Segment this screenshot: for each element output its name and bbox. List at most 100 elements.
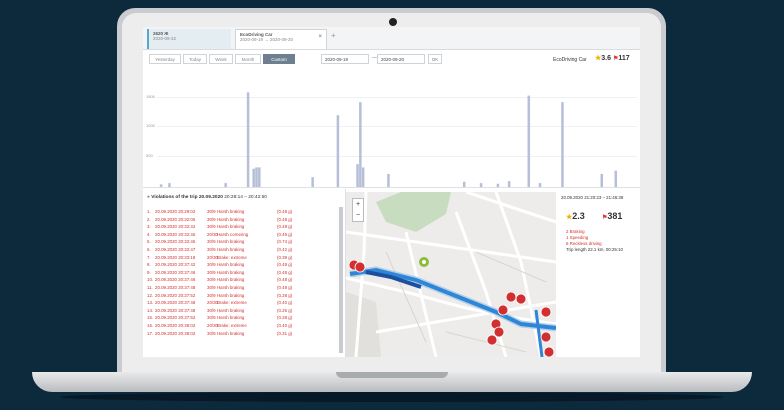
chart-bar [561,102,564,187]
violation-row[interactable]: 7. 20.09.2020 20:33:18 20/30 Brake: extreme… [147,255,337,263]
violation-value: (0.40 g) [277,322,293,328]
violation-marker-icon[interactable] [540,331,552,343]
tab-bar: 2620 Ж 2020-09-22 EcoDriving Car 2020-09… [143,27,640,50]
violation-marker-icon[interactable] [486,334,498,346]
violation-number: 17. [147,330,154,336]
violation-speed: 30/9 [207,262,216,268]
violation-type: Harsh braking [217,216,245,222]
violation-marker-icon[interactable] [540,306,552,318]
tab-subtitle: 2020-09-19 → 2020-09-20 [240,37,294,42]
tab-unit-1[interactable]: 2620 Ж 2020-09-22 [147,29,231,49]
violation-date: 20.09.2020 20:38:02 [155,322,196,328]
violation-type: Harsh braking [217,224,245,230]
chart-bar [496,183,500,187]
violation-value: (0.48 g) [277,262,293,268]
ok-button[interactable]: OK [428,54,442,64]
violation-row[interactable]: 6. 20.09.2020 20:32:47 30/9 Harsh braking (0… [147,247,337,255]
violations-time: 20:28:14 – 20:42:50 [224,195,267,200]
violation-speed: 30/9 [207,315,216,321]
violation-speed: 30/9 [207,277,216,283]
violation-number: 13. [147,300,154,306]
violation-speed: 30/9 [207,307,216,313]
violation-date: 20.09.2020 20:32:46 [155,239,196,245]
yesterday-button[interactable]: Yesterday [149,54,181,64]
violations-list: 1. 20.09.2020 20:29:02 30/9 Harsh braking (0… [147,209,337,338]
date-to-field[interactable]: 2020-09-20 [377,54,425,64]
violation-row[interactable]: 10. 20.09.2020 20:37:46 30/9 Harsh braking (… [147,277,337,285]
chart-bar [359,102,362,187]
violation-speed: 30/9 [207,216,216,222]
violation-date: 20.09.2020 20:33:18 [155,254,196,260]
violation-type: Brake: extreme [217,254,247,260]
violation-speed: 20/30 [207,322,218,328]
violation-row[interactable]: 16. 20.09.2020 20:38:02 20/30 Brake: extrem… [147,323,337,331]
chart-bar [168,183,171,187]
date-from-field[interactable]: 2020-09-19 [321,54,369,64]
violation-row[interactable]: 14. 20.09.2020 20:37:48 30/9 Harsh braking (… [147,308,337,316]
violation-row[interactable]: 8. 20.09.2020 20:37:42 30/9 Harsh braking (0… [147,262,337,270]
violation-date: 20.09.2020 20:37:46 [155,277,196,283]
violation-date: 20.09.2020 20:29:02 [155,209,196,214]
violation-row[interactable]: 11. 20.09.2020 20:37:48 30/9 Harsh braking (… [147,285,337,293]
today-button[interactable]: Today [183,54,207,64]
y-tick: 500 [146,153,153,158]
violation-value: (0.48 g) [277,284,293,290]
car-score: ★3.6 ⚑117 [595,54,630,62]
violation-marker-icon[interactable] [354,261,366,273]
violation-type: Brake: extreme [217,300,247,306]
camera-icon [389,18,397,26]
chart-bar [538,183,542,187]
violation-marker-icon[interactable] [497,304,509,316]
violation-marker-icon[interactable] [543,346,555,357]
violation-value: (0.48 g) [277,269,293,275]
violation-value: (0.31 g) [277,330,293,336]
trip-violations-count: 381 [607,211,623,221]
violation-row[interactable]: 4. 20.09.2020 20:32:46 20/30 Harsh cornerin… [147,232,337,240]
chart-bar [258,167,261,187]
violation-speed: 30/9 [207,209,216,214]
violation-value: (0.28 g) [277,292,293,298]
trip-map[interactable]: + − [346,192,556,357]
custom-button[interactable]: Custom [263,54,295,64]
close-icon[interactable]: × [318,34,322,40]
violation-speed: 20/30 [207,254,218,260]
violation-marker-icon[interactable] [493,326,505,338]
start-marker-icon[interactable] [419,257,429,267]
violation-row[interactable]: 15. 20.09.2020 20:37:52 30/9 Harsh braking (… [147,315,337,323]
violation-row[interactable]: 9. 20.09.2020 20:37:46 30/9 Harsh braking (0… [147,270,337,278]
violations-count: 117 [618,55,630,62]
violation-number: 6. [147,246,151,252]
violation-type: Harsh braking [217,262,245,268]
violation-value: (0.48 g) [277,216,293,222]
month-button[interactable]: Month [235,54,261,64]
y-tick: 1000 [146,123,155,128]
violation-value: (0.39 g) [277,254,293,260]
chart-bar [159,184,163,187]
violations-header: ● Violations of the trip 20.09.2020 20:2… [147,195,267,200]
violation-type: Harsh braking [217,315,245,321]
violation-row[interactable]: 17. 20.09.2020 20:38:02 30/9 Harsh braking (… [147,331,337,339]
chart-bar [246,92,250,187]
violation-speed: 30/9 [207,284,216,290]
violation-row[interactable]: 12. 20.09.2020 20:37:52 30/9 Harsh braking (… [147,293,337,301]
violation-marker-icon[interactable] [505,291,517,303]
chart-bar [361,167,365,187]
trip-violations: ⚑381 [602,211,622,221]
violation-speed: 30/9 [207,269,216,275]
violation-row[interactable]: 5. 20.09.2020 20:32:46 30/9 Harsh braking (0… [147,239,337,247]
scrollbar[interactable] [339,207,343,353]
violation-speed: 30/9 [207,239,216,245]
chart-bar [479,183,483,187]
violation-row[interactable]: 2. 20.09.2020 20:32:06 30/9 Harsh braking (0… [147,217,337,225]
violation-value: (0.48 g) [277,277,293,283]
violation-row[interactable]: 13. 20.09.2020 20:37:48 20/30 Brake: extrem… [147,300,337,308]
violation-marker-icon[interactable] [515,293,527,305]
violation-date: 20.09.2020 20:32:46 [155,231,196,237]
violation-row[interactable]: 3. 20.09.2020 20:32:42 30/9 Harsh braking (0… [147,224,337,232]
violation-row[interactable]: 1. 20.09.2020 20:29:02 30/9 Harsh braking (0… [147,209,337,217]
tab-ecodriving-car[interactable]: EcoDriving Car 2020-09-19 → 2020-09-20 × [235,29,327,49]
week-button[interactable]: Week [209,54,233,64]
violation-number: 16. [147,322,154,328]
trip-legend: 2 Braking 1 Speeding 6 Reckless driving … [566,229,623,253]
add-tab-button[interactable]: + [331,31,336,40]
